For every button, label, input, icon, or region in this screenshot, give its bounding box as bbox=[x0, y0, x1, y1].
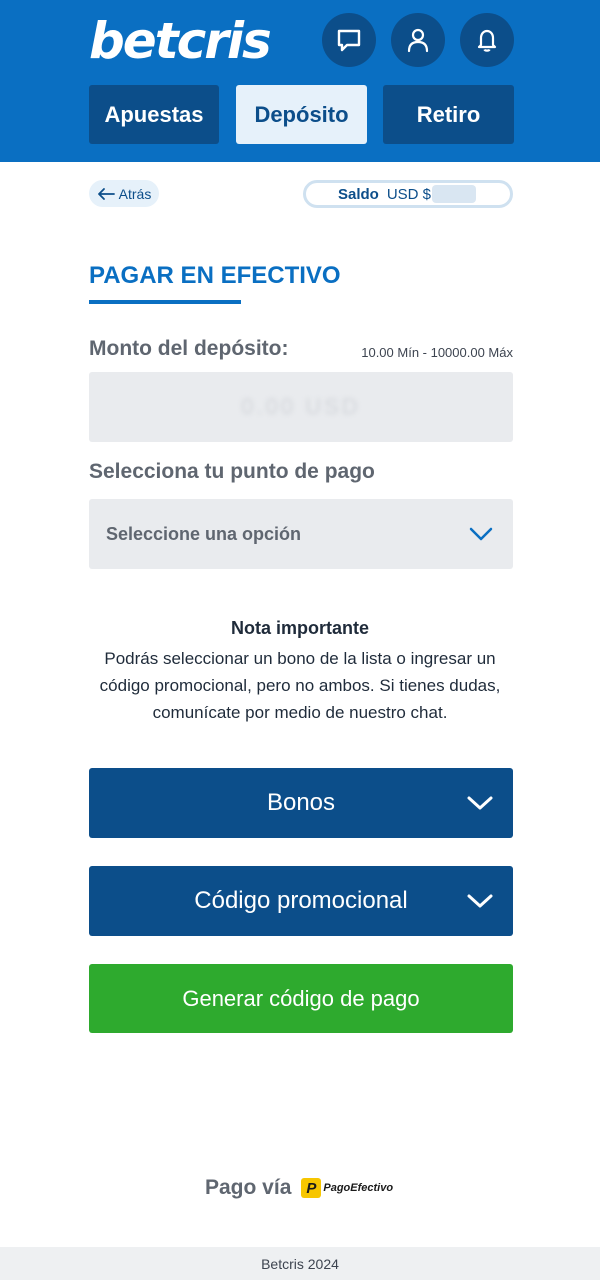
pagoefectivo-logo-text: PagoEfectivo bbox=[323, 1182, 394, 1194]
arrow-left-icon bbox=[97, 187, 115, 200]
betcris-logo[interactable]: betcris bbox=[89, 12, 272, 70]
pagoefectivo-logo: P PagoEfectivo bbox=[301, 1178, 393, 1198]
chat-button[interactable] bbox=[322, 13, 376, 67]
payment-point-label: Selecciona tu punto de pago bbox=[89, 460, 375, 483]
user-icon bbox=[407, 28, 429, 53]
amount-range: 10.00 Mín - 10000.00 Máx bbox=[361, 345, 513, 360]
balance-badge: Saldo USD $ bbox=[303, 180, 513, 208]
bonus-accordion-label: Bonos bbox=[266, 789, 336, 816]
tab-deposito[interactable]: Depósito bbox=[236, 85, 367, 144]
balance-hidden-amount bbox=[432, 185, 477, 203]
back-label: Atrás bbox=[118, 185, 152, 202]
title-underline bbox=[89, 300, 241, 304]
chevron-down-icon bbox=[467, 894, 493, 908]
chevron-down-icon bbox=[467, 796, 493, 810]
chat-icon bbox=[337, 29, 361, 52]
generate-payment-code-button[interactable]: Generar código de pago bbox=[89, 964, 513, 1033]
select-placeholder: Seleccione una opción bbox=[106, 523, 302, 544]
balance-currency: USD $ bbox=[386, 185, 432, 203]
footer: Betcris 2024 bbox=[0, 1247, 600, 1280]
bonus-accordion[interactable]: Bonos bbox=[89, 768, 513, 838]
payment-via-label: Pago vía bbox=[205, 1176, 292, 1199]
account-button[interactable] bbox=[391, 13, 445, 67]
amount-placeholder: 0.00 USD bbox=[241, 394, 361, 419]
notifications-button[interactable] bbox=[460, 13, 514, 67]
balance-label: Saldo bbox=[338, 185, 379, 203]
amount-label: Monto del depósito: bbox=[89, 337, 289, 360]
promo-code-accordion-label: Código promocional bbox=[194, 887, 408, 914]
back-button[interactable]: Atrás bbox=[89, 180, 159, 207]
amount-input[interactable]: 0.00 USD bbox=[89, 372, 513, 442]
payment-point-select[interactable]: Seleccione una opción bbox=[89, 499, 513, 569]
pagoefectivo-badge-icon: P bbox=[301, 1178, 322, 1198]
page-title: PAGAR EN EFECTIVO bbox=[89, 262, 341, 289]
bell-icon bbox=[477, 29, 497, 52]
tab-apuestas[interactable]: Apuestas bbox=[89, 85, 219, 144]
chevron-down-icon bbox=[469, 527, 493, 541]
promo-code-accordion[interactable]: Código promocional bbox=[89, 866, 513, 936]
app-header: betcris Apuestas Depósito Retiro bbox=[0, 0, 600, 162]
note-body: Podrás seleccionar un bono de la lista o… bbox=[99, 649, 501, 722]
note-title: Nota importante bbox=[230, 618, 369, 638]
tab-retiro[interactable]: Retiro bbox=[383, 85, 514, 144]
payment-via: Pago vía P PagoEfectivo bbox=[205, 1176, 393, 1200]
